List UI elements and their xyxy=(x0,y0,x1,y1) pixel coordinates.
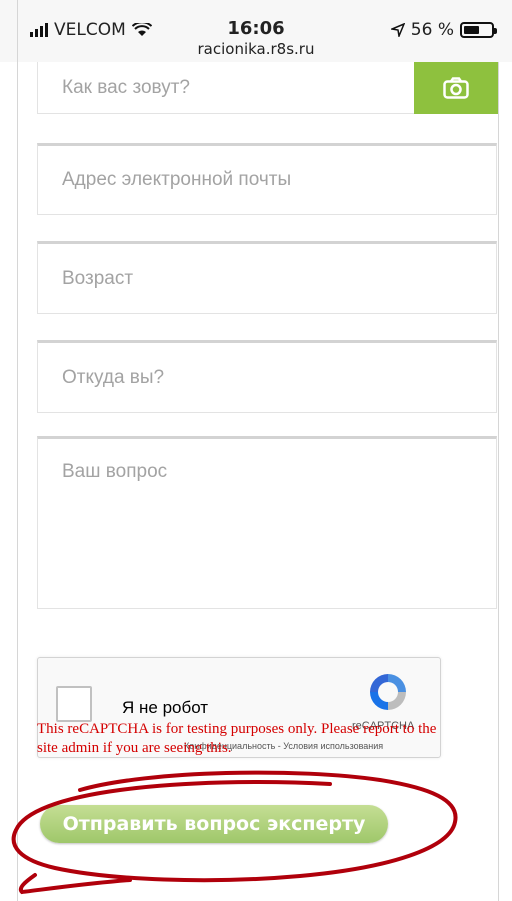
photo-upload-button[interactable] xyxy=(414,62,498,114)
name-input[interactable] xyxy=(38,62,414,113)
battery-icon xyxy=(460,22,497,38)
page-border-right xyxy=(498,62,499,901)
battery-info: 56 % xyxy=(390,20,497,40)
recaptcha-logo-icon xyxy=(370,674,406,710)
location-arrow-icon xyxy=(390,23,405,37)
url-bar[interactable]: racionika.r8s.ru xyxy=(0,40,512,58)
recaptcha-label: Я не робот xyxy=(122,698,209,717)
name-field[interactable] xyxy=(37,62,415,114)
question-field[interactable] xyxy=(37,436,497,609)
page-border-left xyxy=(17,0,18,901)
recaptcha-checkbox[interactable] xyxy=(56,686,92,722)
location-field[interactable] xyxy=(37,340,497,413)
camera-icon xyxy=(443,77,469,99)
question-textarea[interactable] xyxy=(38,439,496,608)
age-input[interactable] xyxy=(38,244,496,313)
battery-percent: 56 % xyxy=(410,20,454,40)
battery-level xyxy=(464,26,479,34)
recaptcha-test-warning: This reCAPTCHA is for testing purposes o… xyxy=(37,721,437,756)
email-input[interactable] xyxy=(38,146,496,214)
email-field[interactable] xyxy=(37,143,497,215)
age-field[interactable] xyxy=(37,241,497,314)
submit-question-button[interactable]: Отправить вопрос эксперту xyxy=(40,805,388,843)
location-input[interactable] xyxy=(38,343,496,412)
status-bar: VELCOM 16:06 racionika.r8s.ru 56 % xyxy=(0,0,512,62)
